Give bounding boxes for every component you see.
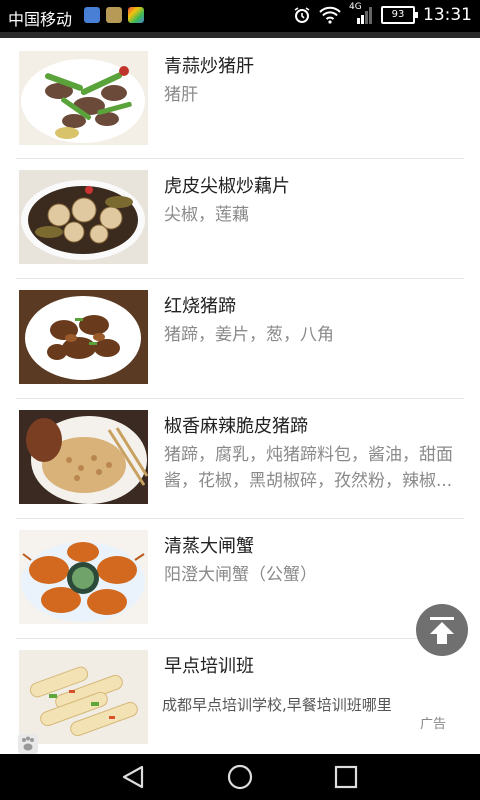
notification-app-icon-2 bbox=[106, 7, 122, 23]
recipe-thumbnail bbox=[19, 290, 148, 384]
signal-indicator: 4G bbox=[349, 2, 373, 24]
ad-thumbnail bbox=[19, 650, 148, 744]
battery-level: 93 bbox=[381, 6, 418, 24]
list-item[interactable]: 椒香麻辣脆皮猪蹄 猪蹄，腐乳，炖猪蹄料包，酱油，甜面酱，花椒，黑胡椒碎，孜然粉，… bbox=[16, 398, 464, 519]
carrier-name: 中国移动 bbox=[8, 10, 73, 29]
recipe-ingredients: 尖椒，莲藕 bbox=[164, 205, 249, 225]
wifi-icon bbox=[319, 6, 341, 24]
navigation-bar bbox=[0, 754, 480, 800]
recipe-title: 清蒸大闸蟹 bbox=[164, 536, 254, 557]
recipe-thumbnail bbox=[19, 530, 148, 624]
list-item[interactable]: 清蒸大闸蟹 阳澄大闸蟹（公蟹） bbox=[16, 518, 464, 639]
nav-recent-button[interactable] bbox=[326, 762, 366, 792]
status-bar: 中国移动 4G 93 13:31 bbox=[0, 0, 480, 32]
nav-back-button[interactable] bbox=[114, 762, 154, 792]
list-item[interactable]: 虎皮尖椒炒藕片 尖椒，莲藕 bbox=[16, 158, 464, 279]
recipe-thumbnail bbox=[19, 170, 148, 264]
recipe-title: 虎皮尖椒炒藕片 bbox=[164, 176, 290, 197]
notification-app-icon-1 bbox=[84, 7, 100, 23]
recipe-thumbnail bbox=[19, 51, 148, 145]
signal-icon bbox=[357, 7, 372, 24]
arrow-up-to-top-icon bbox=[430, 617, 454, 644]
recipe-ingredients: 阳澄大闸蟹（公蟹） bbox=[164, 565, 317, 585]
recipe-title: 椒香麻辣脆皮猪蹄 bbox=[164, 416, 308, 437]
recipe-ingredients: 猪蹄，姜片，葱，八角 bbox=[164, 325, 334, 345]
list-item[interactable]: 青蒜炒猪肝 猪肝 bbox=[16, 38, 464, 159]
triangle-back-icon bbox=[122, 765, 144, 789]
ad-title: 早点培训班 bbox=[164, 656, 254, 677]
alarm-icon bbox=[294, 7, 310, 23]
recipe-thumbnail bbox=[19, 410, 148, 504]
circle-home-icon bbox=[227, 764, 253, 790]
paw-icon[interactable] bbox=[18, 734, 38, 754]
recipe-ingredients: 猪肝 bbox=[164, 85, 198, 105]
recipe-ingredients: 猪蹄，腐乳，炖猪蹄料包，酱油，甜面酱，花椒，黑胡椒碎，孜然粉，辣椒... bbox=[164, 445, 453, 491]
notification-icons bbox=[84, 7, 144, 23]
back-to-top-button[interactable] bbox=[416, 604, 468, 656]
list-item[interactable]: 红烧猪蹄 猪蹄，姜片，葱，八角 bbox=[16, 278, 464, 399]
clock: 13:31 bbox=[423, 5, 472, 25]
recipe-list[interactable]: 青蒜炒猪肝 猪肝 虎皮尖椒炒藕片 尖椒，莲藕 红烧猪蹄 猪蹄，姜片，葱，八角 椒… bbox=[0, 38, 480, 754]
notification-app-icon-3 bbox=[128, 7, 144, 23]
ad-list-item[interactable]: 早点培训班 成都早点培训学校,早餐培训班哪里 广告 bbox=[16, 638, 464, 754]
nav-home-button[interactable] bbox=[220, 762, 260, 792]
square-recent-icon bbox=[334, 765, 358, 789]
ad-label: 广告 bbox=[419, 717, 446, 732]
ad-description: 成都早点培训学校,早餐培训班哪里 bbox=[162, 696, 392, 714]
recipe-title: 红烧猪蹄 bbox=[164, 296, 236, 317]
status-right: 4G 93 13:31 bbox=[293, 2, 472, 25]
recipe-title: 青蒜炒猪肝 bbox=[164, 56, 254, 77]
